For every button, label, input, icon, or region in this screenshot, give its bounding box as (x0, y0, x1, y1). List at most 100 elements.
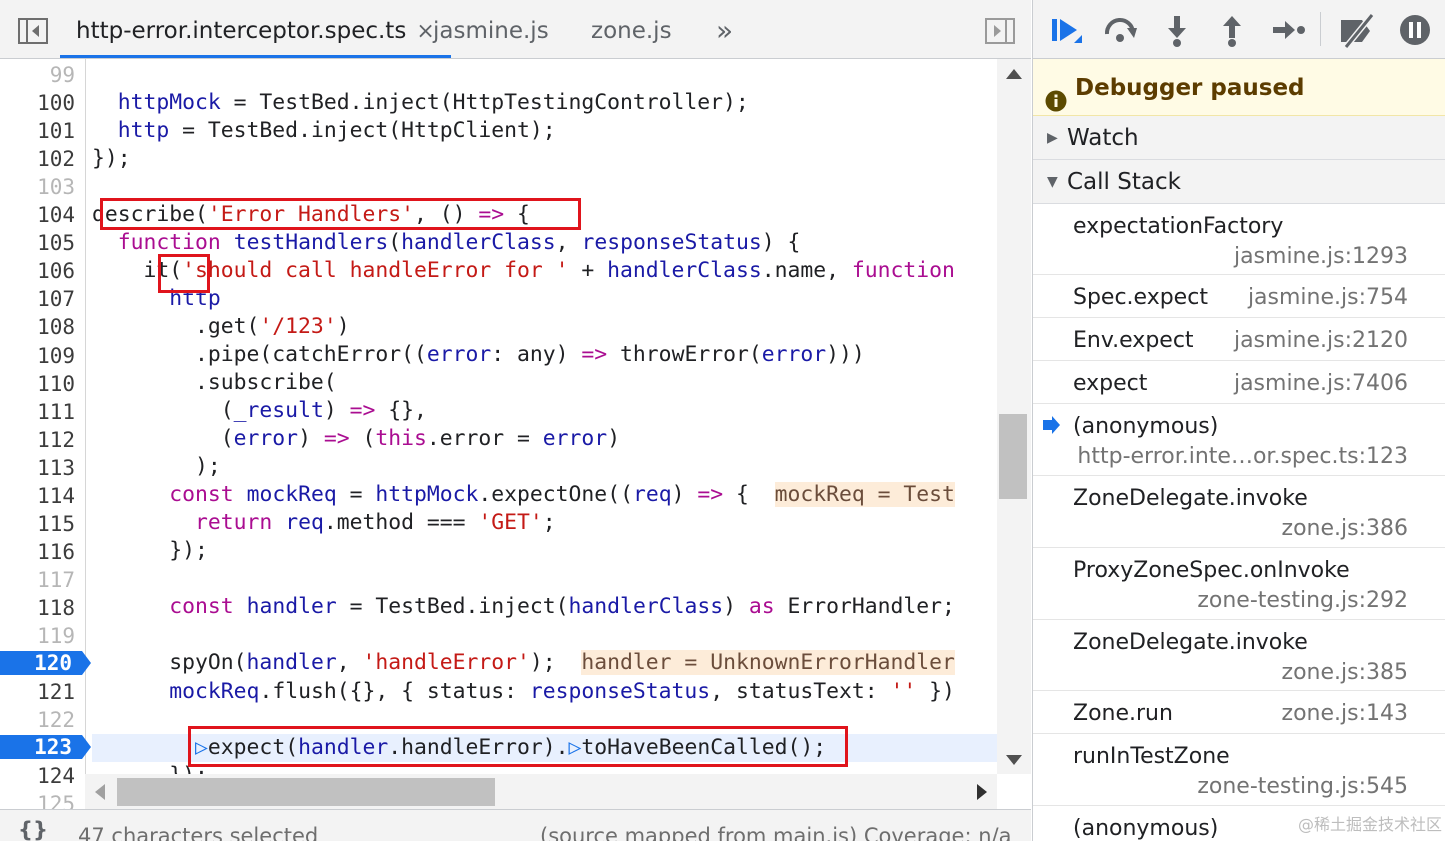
line-number[interactable]: 108 (0, 315, 75, 339)
pretty-print-button[interactable]: {} (18, 818, 48, 841)
frame-function: Spec.expect (1073, 285, 1208, 310)
vertical-scrollbar[interactable] (997, 59, 1031, 774)
line-number[interactable]: 124 (0, 764, 75, 788)
callstack-section-header[interactable]: ▼ Call Stack (1033, 160, 1445, 204)
line-number[interactable]: 112 (0, 428, 75, 452)
line-number[interactable]: 122 (0, 708, 75, 732)
step-out-icon[interactable] (1218, 14, 1250, 47)
frame-function: ZoneDelegate.invoke (1073, 486, 1308, 511)
frame-function: expectationFactory (1073, 214, 1284, 239)
resume-icon[interactable] (1049, 14, 1082, 46)
line-number[interactable]: 99 (0, 63, 75, 87)
call-frame-selected[interactable]: (anonymous) http-error.inte…or.spec.ts:1… (1033, 404, 1445, 476)
line-number[interactable]: 102 (0, 147, 75, 171)
scroll-right-icon[interactable] (977, 784, 987, 800)
line-number[interactable]: 104 (0, 203, 75, 227)
line-number[interactable]: 109 (0, 344, 75, 368)
line-number[interactable]: 107 (0, 287, 75, 311)
step-icon[interactable] (1271, 14, 1305, 46)
line-number[interactable]: 100 (0, 91, 75, 115)
editor-tab-bar: http-error.interceptor.spec.ts × jasmine.… (0, 0, 1031, 59)
frame-location[interactable]: jasmine.js:7406 (1234, 371, 1408, 396)
close-icon[interactable]: × (416, 19, 434, 44)
call-frame[interactable]: Env.expect jasmine.js:2120 (1033, 318, 1445, 361)
code-line: const mockReq = httpMock.expectOne((req)… (169, 482, 955, 507)
status-bar: {} 47 characters selected (source mapped… (0, 809, 1031, 841)
line-number-gutter[interactable]: 99 100 101 102 103 104 105 106 107 108 109 110 111 11… (0, 59, 91, 809)
expand-arrow-icon: ▶ (1047, 130, 1058, 146)
watermark: @稀土掘金技术社区 (1297, 815, 1442, 834)
line-number[interactable]: 117 (0, 568, 75, 592)
toolbar-divider (1320, 12, 1321, 46)
source-map-status[interactable]: (source mapped from main.js) Coverage: n… (540, 824, 1011, 841)
code-line: http = TestBed.inject(HttpClient); (117, 118, 556, 143)
tab-label: zone.js (591, 18, 672, 44)
line-number[interactable]: 118 (0, 596, 75, 620)
call-frame[interactable]: ZoneDelegate.invoke zone.js:385 (1033, 620, 1445, 691)
frame-location[interactable]: jasmine.js:2120 (1234, 328, 1408, 353)
horizontal-scroll-thumb[interactable] (117, 778, 495, 806)
frame-function: Env.expect (1073, 328, 1194, 353)
frame-function: ZoneDelegate.invoke (1073, 630, 1308, 655)
sidebar-toggle-icon[interactable] (18, 18, 48, 48)
frame-location[interactable]: jasmine.js:754 (1248, 285, 1408, 310)
callstack-label: Call Stack (1067, 169, 1181, 195)
line-number[interactable]: 113 (0, 456, 75, 480)
frame-function: Zone.run (1073, 701, 1173, 726)
call-frame[interactable]: expect jasmine.js:7406 (1033, 361, 1445, 404)
scroll-left-icon[interactable] (95, 784, 105, 800)
frame-function: (anonymous) (1073, 816, 1219, 841)
call-frame[interactable]: ProxyZoneSpec.onInvoke zone-testing.js:2… (1033, 548, 1445, 620)
call-frame[interactable]: expectationFactory jasmine.js:1293 (1033, 204, 1445, 275)
line-number[interactable]: 121 (0, 680, 75, 704)
tab-jasmine[interactable]: jasmine.js (433, 0, 549, 58)
call-frame[interactable]: runInTestZone zone-testing.js:545 (1033, 734, 1445, 806)
code-line: }); (92, 146, 131, 171)
pause-icon[interactable] (1399, 14, 1431, 46)
breakpoint-marker[interactable]: 123 (0, 735, 91, 760)
line-number[interactable]: 106 (0, 259, 75, 283)
tab-http-error-spec[interactable]: http-error.interceptor.spec.ts × (60, 0, 451, 58)
line-number[interactable]: 114 (0, 484, 75, 508)
code-editor[interactable]: 99 100 101 102 103 104 105 106 107 108 109 110 111 11… (0, 59, 1031, 809)
horizontal-scrollbar[interactable] (85, 774, 997, 809)
code-line: (error) => (this.error = error) (92, 426, 621, 451)
sidebar-right-icon[interactable] (985, 18, 1015, 48)
frame-function: expect (1073, 371, 1148, 396)
line-number[interactable]: 119 (0, 624, 75, 648)
scroll-up-icon[interactable] (1006, 69, 1022, 79)
deactivate-breakpoints-icon[interactable] (1338, 13, 1375, 49)
call-frame[interactable]: Spec.expect jasmine.js:754 (1033, 275, 1445, 318)
watch-section-header[interactable]: ▶ Watch (1033, 116, 1445, 160)
line-number[interactable]: 101 (0, 119, 75, 143)
frame-location[interactable]: jasmine.js:1293 (1234, 244, 1408, 269)
tab-overflow-button[interactable]: » (716, 0, 733, 58)
frame-location[interactable]: zone.js:143 (1282, 701, 1408, 726)
line-number[interactable]: 115 (0, 512, 75, 536)
step-into-icon[interactable] (1163, 14, 1195, 47)
frame-location[interactable]: zone.js:385 (1282, 660, 1408, 685)
call-frame[interactable]: ZoneDelegate.invoke zone.js:386 (1033, 476, 1445, 548)
step-over-icon[interactable] (1103, 14, 1137, 46)
paused-label: Debugger paused (1075, 75, 1305, 101)
tab-zone[interactable]: zone.js (591, 0, 672, 58)
frame-location[interactable]: zone.js:386 (1282, 516, 1408, 541)
inline-value: handler = UnknownErrorHandler (581, 650, 955, 675)
line-number[interactable]: 111 (0, 400, 75, 424)
code-line: it('should call handleError for ' + hand… (92, 258, 955, 283)
frame-location[interactable]: http-error.inte…or.spec.ts:123 (1077, 444, 1408, 469)
code-line: }); (92, 538, 208, 563)
watch-label: Watch (1067, 125, 1139, 151)
vertical-scroll-thumb[interactable] (999, 414, 1027, 499)
scroll-down-icon[interactable] (1006, 755, 1022, 765)
line-number[interactable]: 125 (0, 792, 75, 809)
frame-location[interactable]: zone-testing.js:292 (1197, 588, 1408, 613)
line-number[interactable]: 103 (0, 175, 75, 199)
code-line: return req.method === 'GET'; (195, 510, 556, 535)
frame-location[interactable]: zone-testing.js:545 (1197, 774, 1408, 799)
line-number[interactable]: 110 (0, 372, 75, 396)
call-frame[interactable]: Zone.run zone.js:143 (1033, 691, 1445, 734)
line-number[interactable]: 105 (0, 231, 75, 255)
breakpoint-marker[interactable]: 120 (0, 651, 91, 676)
line-number[interactable]: 116 (0, 540, 75, 564)
